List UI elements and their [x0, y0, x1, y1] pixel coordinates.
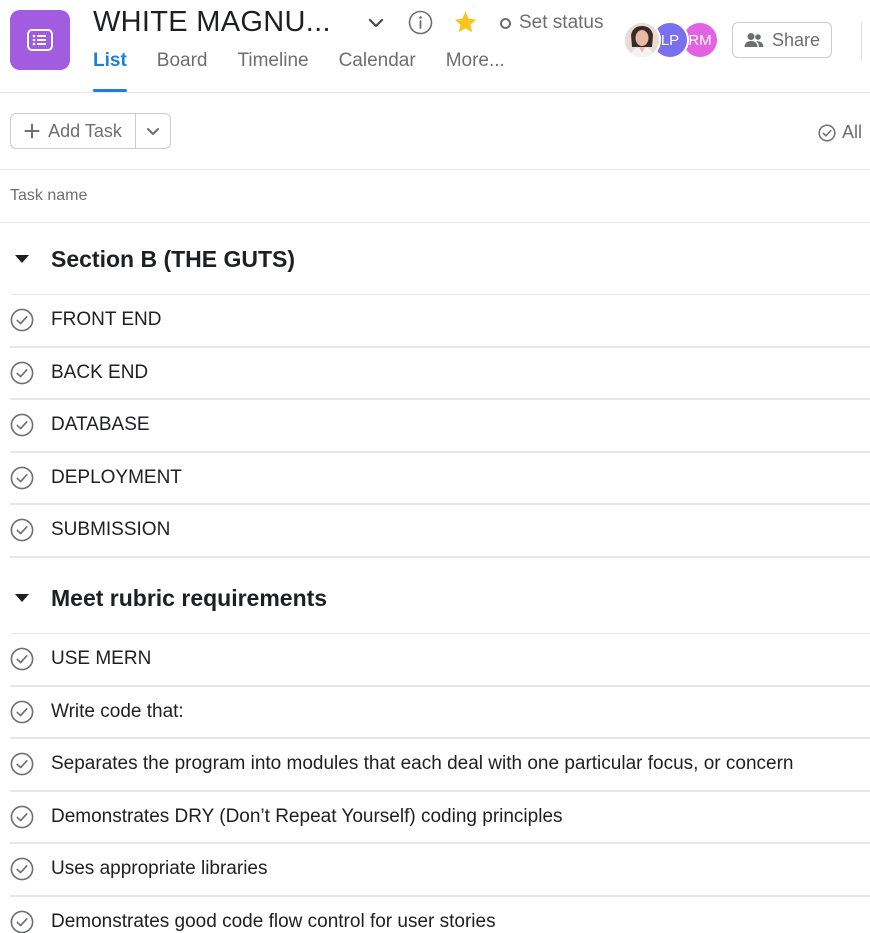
- task-row[interactable]: USE MERN: [10, 634, 870, 687]
- share-label: Share: [771, 29, 821, 50]
- check-circle-icon[interactable]: [10, 752, 34, 776]
- avatar-photo[interactable]: [623, 21, 661, 59]
- tab-more[interactable]: More...: [446, 50, 505, 92]
- section-header: Section B (THE GUTS): [0, 223, 870, 295]
- chevron-down-icon[interactable]: [365, 12, 387, 34]
- add-task-label: Add Task: [48, 120, 122, 141]
- project-title[interactable]: WHITE MAGNU...: [93, 6, 331, 39]
- caret-down-icon[interactable]: [13, 250, 31, 268]
- task-name[interactable]: Demonstrates DRY (Don’t Repeat Yourself)…: [51, 806, 563, 828]
- check-circle-icon: [818, 123, 836, 142]
- chevron-down-icon: [147, 127, 159, 135]
- check-circle-icon[interactable]: [10, 361, 34, 385]
- set-status-label: Set status: [519, 12, 604, 33]
- info-icon[interactable]: [408, 10, 433, 35]
- tab-calendar[interactable]: Calendar: [339, 50, 416, 92]
- share-button[interactable]: Share: [732, 22, 832, 58]
- task-name[interactable]: USE MERN: [51, 648, 151, 670]
- task-name[interactable]: BACK END: [51, 362, 148, 384]
- header-divider: [861, 22, 862, 60]
- section-title[interactable]: Meet rubric requirements: [51, 585, 327, 612]
- task-name[interactable]: FRONT END: [51, 309, 161, 331]
- task-name[interactable]: Write code that:: [51, 701, 184, 723]
- project-header: WHITE MAGNU... Set status List Board Tim…: [0, 0, 870, 93]
- set-status-button[interactable]: Set status: [500, 12, 604, 34]
- check-circle-icon[interactable]: [10, 308, 34, 332]
- task-row[interactable]: SUBMISSION: [10, 505, 870, 558]
- tab-timeline[interactable]: Timeline: [237, 50, 308, 92]
- add-task-dropdown-button[interactable]: [136, 114, 170, 148]
- section-title[interactable]: Section B (THE GUTS): [51, 246, 295, 273]
- task-row[interactable]: Demonstrates good code flow control for …: [10, 897, 870, 933]
- check-circle-icon[interactable]: [10, 647, 34, 671]
- completion-filter-button[interactable]: All: [818, 122, 862, 143]
- task-row[interactable]: BACK END: [10, 348, 870, 400]
- task-row[interactable]: Demonstrates DRY (Don’t Repeat Yourself)…: [10, 792, 870, 844]
- task-name[interactable]: SUBMISSION: [51, 519, 170, 541]
- tab-list[interactable]: List: [93, 50, 127, 92]
- list-toolbar: Add Task All: [0, 93, 870, 170]
- add-task-split-button: Add Task: [10, 113, 171, 149]
- check-circle-icon[interactable]: [10, 910, 34, 933]
- caret-down-icon[interactable]: [13, 589, 31, 607]
- task-name[interactable]: Separates the program into modules that …: [51, 753, 793, 775]
- task-name[interactable]: DATABASE: [51, 414, 150, 436]
- check-circle-icon[interactable]: [10, 857, 34, 881]
- task-row[interactable]: Uses appropriate libraries: [10, 844, 870, 897]
- filter-label: All: [842, 122, 863, 142]
- task-name[interactable]: Uses appropriate libraries: [51, 858, 268, 880]
- task-row[interactable]: FRONT END: [10, 295, 870, 348]
- people-icon: [744, 33, 764, 47]
- task-row[interactable]: DEPLOYMENT: [10, 453, 870, 505]
- check-circle-icon[interactable]: [10, 518, 34, 542]
- tab-board[interactable]: Board: [157, 50, 208, 92]
- check-circle-icon[interactable]: [10, 466, 34, 490]
- section-header: Meet rubric requirements: [0, 562, 870, 634]
- star-icon[interactable]: [453, 10, 478, 35]
- task-row[interactable]: Separates the program into modules that …: [10, 739, 870, 792]
- status-dot-icon: [500, 17, 511, 29]
- check-circle-icon[interactable]: [10, 805, 34, 829]
- project-list-icon[interactable]: [10, 10, 70, 70]
- task-row[interactable]: Write code that:: [10, 687, 870, 739]
- view-tabs: List Board Timeline Calendar More...: [93, 50, 535, 92]
- plus-icon: [24, 123, 40, 139]
- add-task-button[interactable]: Add Task: [11, 114, 136, 148]
- task-name[interactable]: Demonstrates good code flow control for …: [51, 911, 496, 933]
- column-header-task-name[interactable]: Task name: [0, 170, 870, 223]
- task-name[interactable]: DEPLOYMENT: [51, 467, 182, 489]
- check-circle-icon[interactable]: [10, 413, 34, 437]
- task-row[interactable]: DATABASE: [10, 400, 870, 453]
- check-circle-icon[interactable]: [10, 700, 34, 724]
